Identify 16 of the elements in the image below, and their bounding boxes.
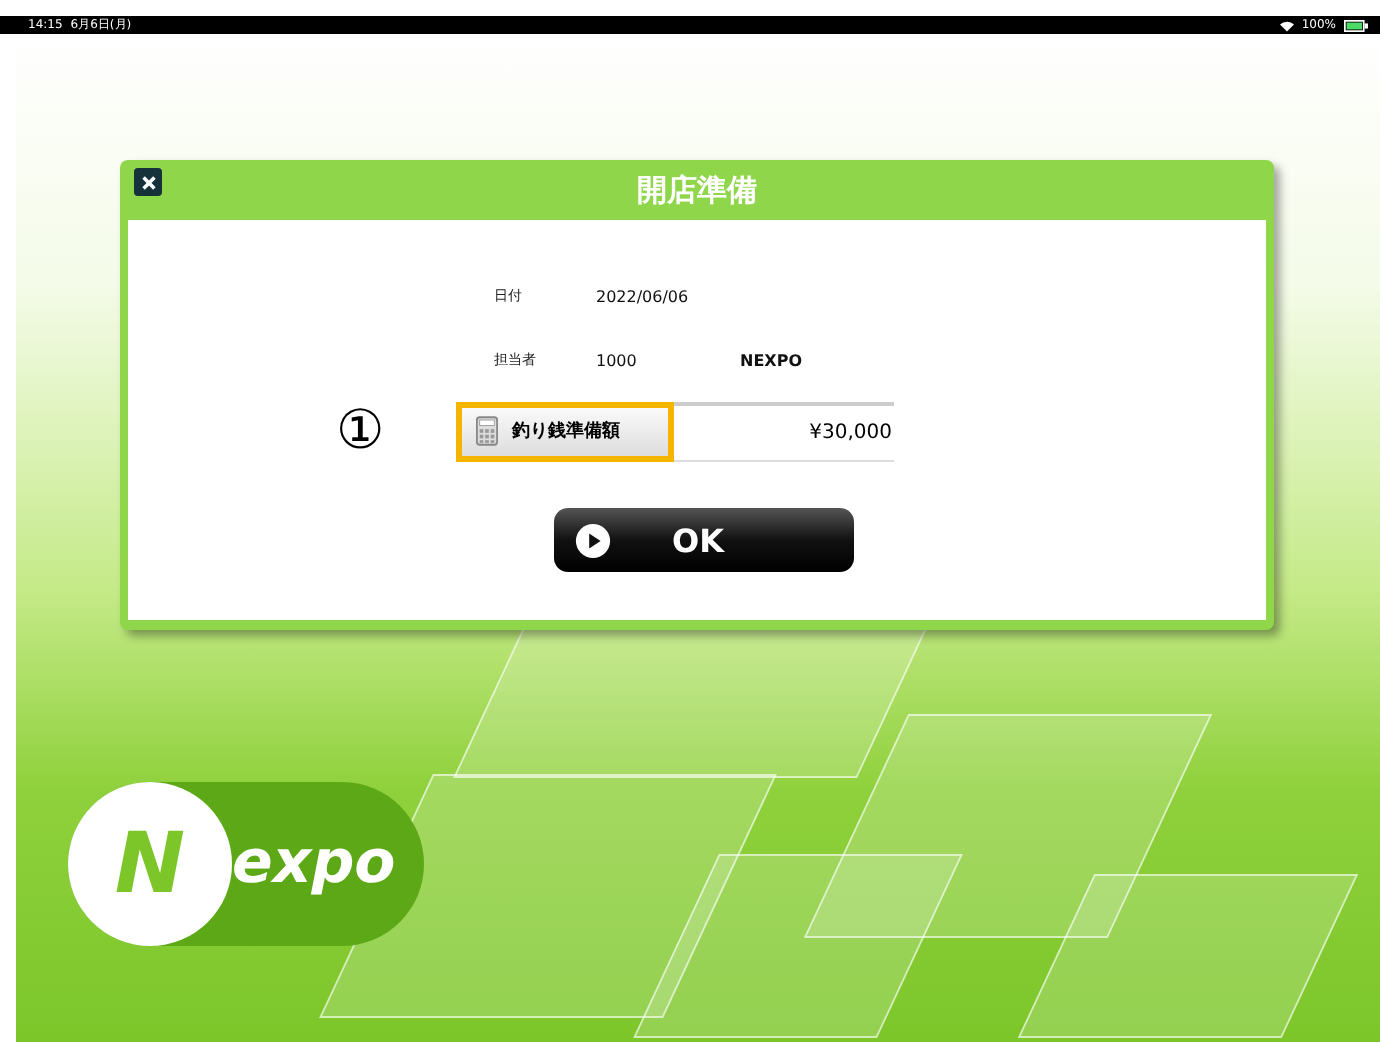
wifi-icon (1279, 19, 1294, 31)
amount-value: ¥30,000 (807, 422, 894, 444)
annotation-number: ① (336, 400, 387, 464)
field-value: NEXPO (740, 351, 802, 369)
field-value: 1000 (596, 351, 639, 369)
calculator-icon (476, 416, 498, 446)
battery-icon (1344, 19, 1368, 31)
logo: N expo (68, 782, 424, 946)
close-icon (139, 173, 157, 191)
dialog-title: 開店準備 (637, 171, 757, 209)
ok-button[interactable]: OK (554, 508, 854, 572)
amount-field[interactable]: 釣り銭準備額 ¥30,000 (456, 402, 894, 462)
close-button[interactable] (134, 168, 162, 196)
amount-label-button[interactable]: 釣り銭準備額 (456, 401, 674, 461)
play-icon (574, 521, 612, 559)
field-value: 2022/06/06 (596, 287, 691, 305)
